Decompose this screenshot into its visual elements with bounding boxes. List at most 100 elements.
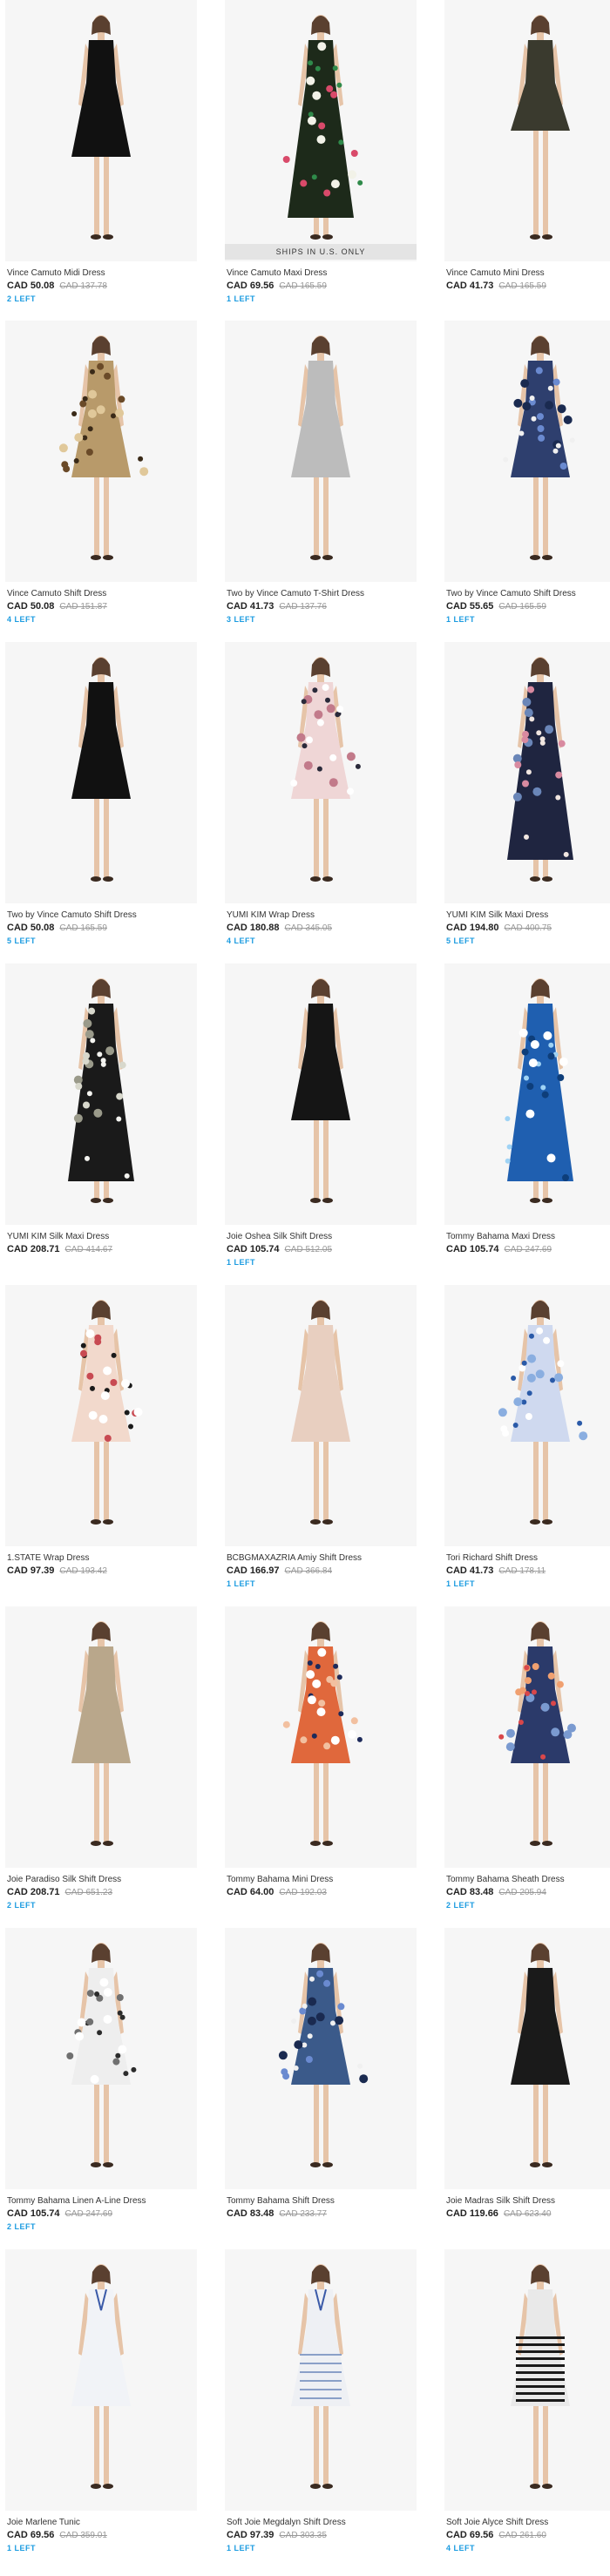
product-name[interactable]: Joie Marlene Tunic	[7, 2518, 80, 2527]
print-dot	[103, 1366, 112, 1376]
product-card[interactable]: Tommy Bahama Mini Dress CAD 64.00 CAD 192.…	[220, 1606, 422, 1929]
product-card[interactable]: Tommy Bahama Shift Dress CAD 83.48 CAD 233…	[220, 1928, 422, 2250]
product-card[interactable]: Two by Vince Camuto Shift Dress CAD 55.65…	[439, 321, 610, 643]
product-card[interactable]: Soft Joie Megdalyn Shift Dress CAD 97.39 C…	[220, 2249, 422, 2572]
product-card[interactable]: Joie Paradiso Silk Shift Dress CAD 208.71…	[0, 1606, 202, 1929]
product-card[interactable]: Tommy Bahama Linen A-Line Dress CAD 105.7…	[0, 1928, 202, 2250]
product-card[interactable]: Two by Vince Camuto Shift Dress CAD 50.08…	[0, 642, 202, 964]
product-card[interactable]: Two by Vince Camuto T-Shirt Dress CAD 41.…	[220, 321, 422, 643]
product-image[interactable]	[225, 963, 417, 1225]
print-dot	[278, 2051, 288, 2060]
model-leg	[533, 2403, 539, 2485]
product-card[interactable]: Vince Camuto Shift Dress CAD 50.08 CAD 151…	[0, 321, 202, 643]
print-dot	[85, 1329, 95, 1338]
product-name[interactable]: YUMI KIM Silk Maxi Dress	[7, 1232, 109, 1241]
print-dot	[281, 2068, 288, 2076]
model-figure	[291, 978, 350, 1203]
product-name[interactable]: Vince Camuto Mini Dress	[446, 268, 545, 278]
product-name[interactable]: YUMI KIM Wrap Dress	[227, 910, 315, 920]
product-card[interactable]: SHIPS IN U.S. ONLY Vince Camuto Maxi Dres…	[220, 0, 422, 322]
product-image[interactable]	[444, 2249, 610, 2511]
print-dot	[301, 699, 307, 705]
product-image[interactable]	[225, 1606, 417, 1868]
print-dot	[83, 1101, 90, 1109]
product-card[interactable]: Vince Camuto Midi Dress CAD 50.08 CAD 137.…	[0, 0, 202, 322]
product-card[interactable]: YUMI KIM Silk Maxi Dress CAD 194.80 CAD 40…	[439, 642, 610, 964]
product-name[interactable]: Soft Joie Alyce Shift Dress	[446, 2518, 548, 2527]
product-card[interactable]: Joie Madras Silk Shift Dress CAD 119.66 CA…	[439, 1928, 610, 2250]
product-name[interactable]: YUMI KIM Silk Maxi Dress	[446, 910, 548, 920]
model-figure	[511, 15, 570, 240]
product-card[interactable]: Tommy Bahama Sheath Dress CAD 83.48 CAD 20…	[439, 1606, 610, 1929]
product-image[interactable]	[5, 642, 197, 903]
product-image[interactable]	[5, 1928, 197, 2189]
product-name[interactable]: 1.STATE Wrap Dress	[7, 1553, 89, 1563]
product-image[interactable]	[225, 2249, 417, 2511]
product-image[interactable]	[444, 0, 610, 261]
model-leg	[94, 795, 99, 877]
product-name[interactable]: Two by Vince Camuto Shift Dress	[446, 589, 576, 598]
product-card[interactable]: YUMI KIM Wrap Dress CAD 180.88 CAD 345.05 4…	[220, 642, 422, 964]
product-name[interactable]: Tori Richard Shift Dress	[446, 1553, 538, 1563]
product-card[interactable]: Tori Richard Shift Dress CAD 41.73 CAD 178…	[439, 1285, 610, 1607]
product-image[interactable]	[444, 963, 610, 1225]
product-name[interactable]: Tommy Bahama Shift Dress	[227, 2196, 335, 2206]
product-image[interactable]	[5, 0, 197, 261]
product-image[interactable]	[225, 1285, 417, 1546]
product-name[interactable]: Vince Camuto Midi Dress	[7, 268, 105, 278]
product-name[interactable]: Two by Vince Camuto Shift Dress	[7, 910, 137, 920]
product-image[interactable]	[225, 0, 417, 261]
product-image[interactable]	[5, 1285, 197, 1546]
product-name[interactable]: Vince Camuto Shift Dress	[7, 589, 106, 598]
product-name[interactable]: Joie Paradiso Silk Shift Dress	[7, 1875, 121, 1884]
print-dot	[296, 733, 306, 742]
print-dot	[306, 736, 313, 744]
print-dot	[543, 1031, 552, 1040]
product-image[interactable]	[5, 2249, 197, 2511]
product-name[interactable]: Tommy Bahama Linen A-Line Dress	[7, 2196, 146, 2206]
product-card[interactable]: Soft Joie Alyce Shift Dress CAD 69.56 CAD …	[439, 2249, 610, 2572]
product-name[interactable]: Soft Joie Megdalyn Shift Dress	[227, 2518, 346, 2527]
product-name[interactable]: Two by Vince Camuto T-Shirt Dress	[227, 589, 364, 598]
print-dot	[338, 139, 344, 145]
product-image[interactable]	[444, 1285, 610, 1546]
original-price: CAD 151.87	[59, 602, 107, 612]
product-name[interactable]: Tommy Bahama Sheath Dress	[446, 1875, 565, 1884]
print-dot	[500, 1425, 508, 1433]
product-image[interactable]	[225, 321, 417, 582]
product-image[interactable]	[5, 1606, 197, 1868]
product-name[interactable]: Tommy Bahama Mini Dress	[227, 1875, 333, 1884]
product-card[interactable]: BCBGMAXAZRIA Amiy Shift Dress CAD 166.97 C…	[220, 1285, 422, 1607]
product-card[interactable]: Vince Camuto Mini Dress CAD 41.73 CAD 165.…	[439, 0, 610, 322]
print-dot	[348, 1729, 356, 1739]
product-name[interactable]: Vince Camuto Maxi Dress	[227, 268, 327, 278]
model-leg	[94, 2403, 99, 2485]
product-image[interactable]	[5, 321, 197, 582]
product-image[interactable]	[444, 642, 610, 903]
product-card[interactable]: 1.STATE Wrap Dress CAD 97.39 CAD 193.42	[0, 1285, 202, 1607]
product-image[interactable]	[444, 1606, 610, 1868]
product-name[interactable]: BCBGMAXAZRIA Amiy Shift Dress	[227, 1553, 362, 1563]
print-dot	[73, 458, 79, 463]
print-dot	[119, 2014, 125, 2020]
product-card[interactable]: Joie Marlene Tunic CAD 69.56 CAD 359.01 1 L…	[0, 2249, 202, 2572]
product-image[interactable]	[225, 642, 417, 903]
model-figure	[505, 978, 573, 1203]
sale-price: CAD 41.73	[446, 1565, 494, 1576]
product-image[interactable]	[225, 1928, 417, 2189]
original-price: CAD 303.35	[279, 2531, 327, 2540]
print-dot	[518, 1720, 524, 1725]
stripe-mark	[516, 2343, 565, 2346]
product-image[interactable]	[444, 321, 610, 582]
product-image[interactable]	[444, 1928, 610, 2189]
product-card[interactable]: YUMI KIM Silk Maxi Dress CAD 208.71 CAD 41…	[0, 963, 202, 1286]
product-image[interactable]	[5, 963, 197, 1225]
product-name[interactable]: Joie Oshea Silk Shift Dress	[227, 1232, 332, 1241]
product-card[interactable]: Tommy Bahama Maxi Dress CAD 105.74 CAD 247…	[439, 963, 610, 1286]
original-price: CAD 366.84	[284, 1566, 333, 1576]
product-card[interactable]: Joie Oshea Silk Shift Dress CAD 105.74 CAD…	[220, 963, 422, 1286]
product-name[interactable]: Joie Madras Silk Shift Dress	[446, 2196, 555, 2206]
print-dot	[357, 179, 363, 186]
print-dot	[86, 1372, 94, 1380]
product-name[interactable]: Tommy Bahama Maxi Dress	[446, 1232, 555, 1241]
